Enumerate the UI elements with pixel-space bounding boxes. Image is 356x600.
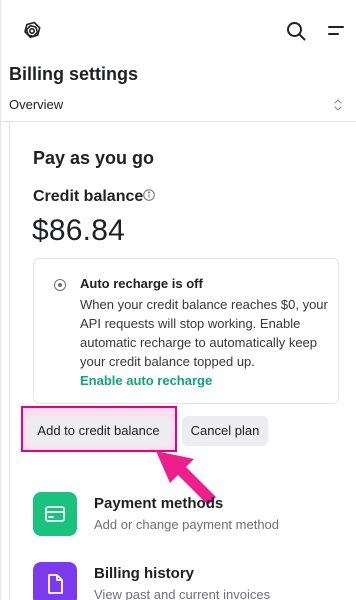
top-bar: [1, 0, 356, 58]
credit-balance-amount: $86.84: [32, 214, 125, 247]
section-select-value: Overview: [9, 97, 64, 112]
credit-card-icon[interactable]: [33, 492, 77, 536]
document-icon[interactable]: [33, 562, 77, 600]
openai-logo-icon[interactable]: [21, 20, 43, 42]
add-credit-button[interactable]: Add to credit balance: [27, 416, 170, 446]
info-icon[interactable]: [143, 189, 155, 201]
menu-icon[interactable]: [327, 22, 345, 40]
radio-indicator-icon: [54, 279, 66, 291]
section-heading: Pay as you go: [33, 148, 155, 168]
chevron-up-down-icon: [333, 98, 343, 112]
notice-title: Auto recharge is off: [80, 276, 203, 291]
cancel-plan-button[interactable]: Cancel plan: [182, 416, 268, 446]
billing-history-desc: View past and current invoices: [94, 587, 271, 600]
notice-body: When your credit balance reaches $0, you…: [80, 297, 328, 369]
enable-auto-recharge-link[interactable]: Enable auto recharge: [80, 373, 212, 388]
auto-recharge-notice: Auto recharge is off When your credit ba…: [33, 258, 339, 404]
main-content: Pay as you go Credit balance $86.84 Auto…: [9, 122, 356, 600]
page-title: Billing settings: [9, 64, 139, 84]
billing-history-link[interactable]: Billing history: [94, 565, 194, 582]
payment-methods-link[interactable]: Payment methods: [94, 495, 223, 512]
credit-balance-label: Credit balance: [33, 188, 144, 205]
app-window: Billing settings Overview Pay as you go …: [0, 0, 356, 600]
search-icon[interactable]: [285, 20, 307, 42]
section-select[interactable]: Overview: [1, 92, 356, 122]
payment-methods-desc: Add or change payment method: [94, 517, 280, 532]
